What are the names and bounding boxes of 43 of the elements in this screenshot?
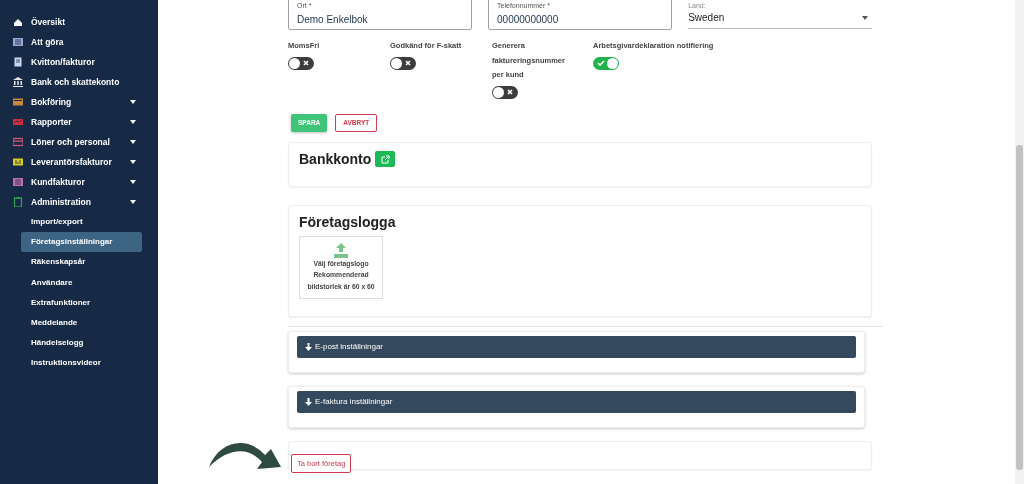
sidebar-item[interactable]: Översikt [0, 12, 158, 32]
x-icon [506, 87, 514, 96]
sidebar-subitem[interactable]: Händelselogg [21, 333, 142, 354]
sidebar-subitem[interactable]: Meddelande [21, 312, 142, 334]
caret-icon [130, 180, 136, 184]
panel-header[interactable]: E-faktura inställningar [297, 390, 856, 413]
toggle-switch[interactable] [492, 85, 518, 99]
sidebar-item[interactable]: Leverantörsfakturor [0, 152, 158, 172]
upload-icon [333, 241, 349, 258]
x-icon [404, 58, 412, 67]
x-icon [302, 58, 310, 67]
toggle-switch[interactable] [593, 56, 619, 70]
sidebar-subitem[interactable]: Import/export [21, 212, 142, 233]
section-title: Bankkonto [299, 149, 372, 169]
sidebar-item[interactable]: Att göra [0, 32, 158, 52]
caret-icon [130, 120, 136, 124]
sidebar-subitem[interactable]: Användare [21, 272, 142, 293]
sidebar-subitem[interactable]: Företagsinställningar [21, 232, 142, 253]
scrollbar[interactable] [1015, 0, 1024, 484]
section-title: Företagslogga [299, 212, 397, 232]
sidebar-subitem[interactable]: Räkenskapsår [21, 252, 142, 273]
down-arrow-icon [305, 397, 312, 406]
sidebar-subitem[interactable]: Instruktionsvideor [21, 353, 142, 374]
sidebar-item[interactable]: Kundfakturor [0, 172, 158, 192]
sidebar-item[interactable]: Rapporter [0, 112, 158, 132]
sidebar-item[interactable]: Kvitton/fakturor [0, 52, 158, 72]
down-arrow-icon [305, 342, 312, 351]
check-icon [597, 58, 605, 67]
caret-icon [130, 100, 136, 104]
sidebar-item[interactable]: Bank och skattekonto [0, 72, 158, 92]
external-link-icon [380, 154, 390, 164]
sidebar-item[interactable]: Administration [0, 192, 158, 212]
caret-icon [130, 200, 136, 204]
caret-icon [130, 140, 136, 144]
sidebar-item[interactable]: Löner och personal [0, 132, 158, 152]
sidebar-item[interactable]: Bokföring [0, 92, 158, 112]
panel-header[interactable]: E-post inställningar [297, 335, 856, 358]
caret-icon [862, 15, 868, 20]
caret-icon [130, 160, 136, 164]
toggle-switch[interactable] [288, 56, 314, 70]
edit-button[interactable] [375, 151, 396, 168]
toggle-switch[interactable] [390, 56, 416, 70]
sidebar-subitem[interactable]: Extrafunktioner [21, 292, 142, 313]
